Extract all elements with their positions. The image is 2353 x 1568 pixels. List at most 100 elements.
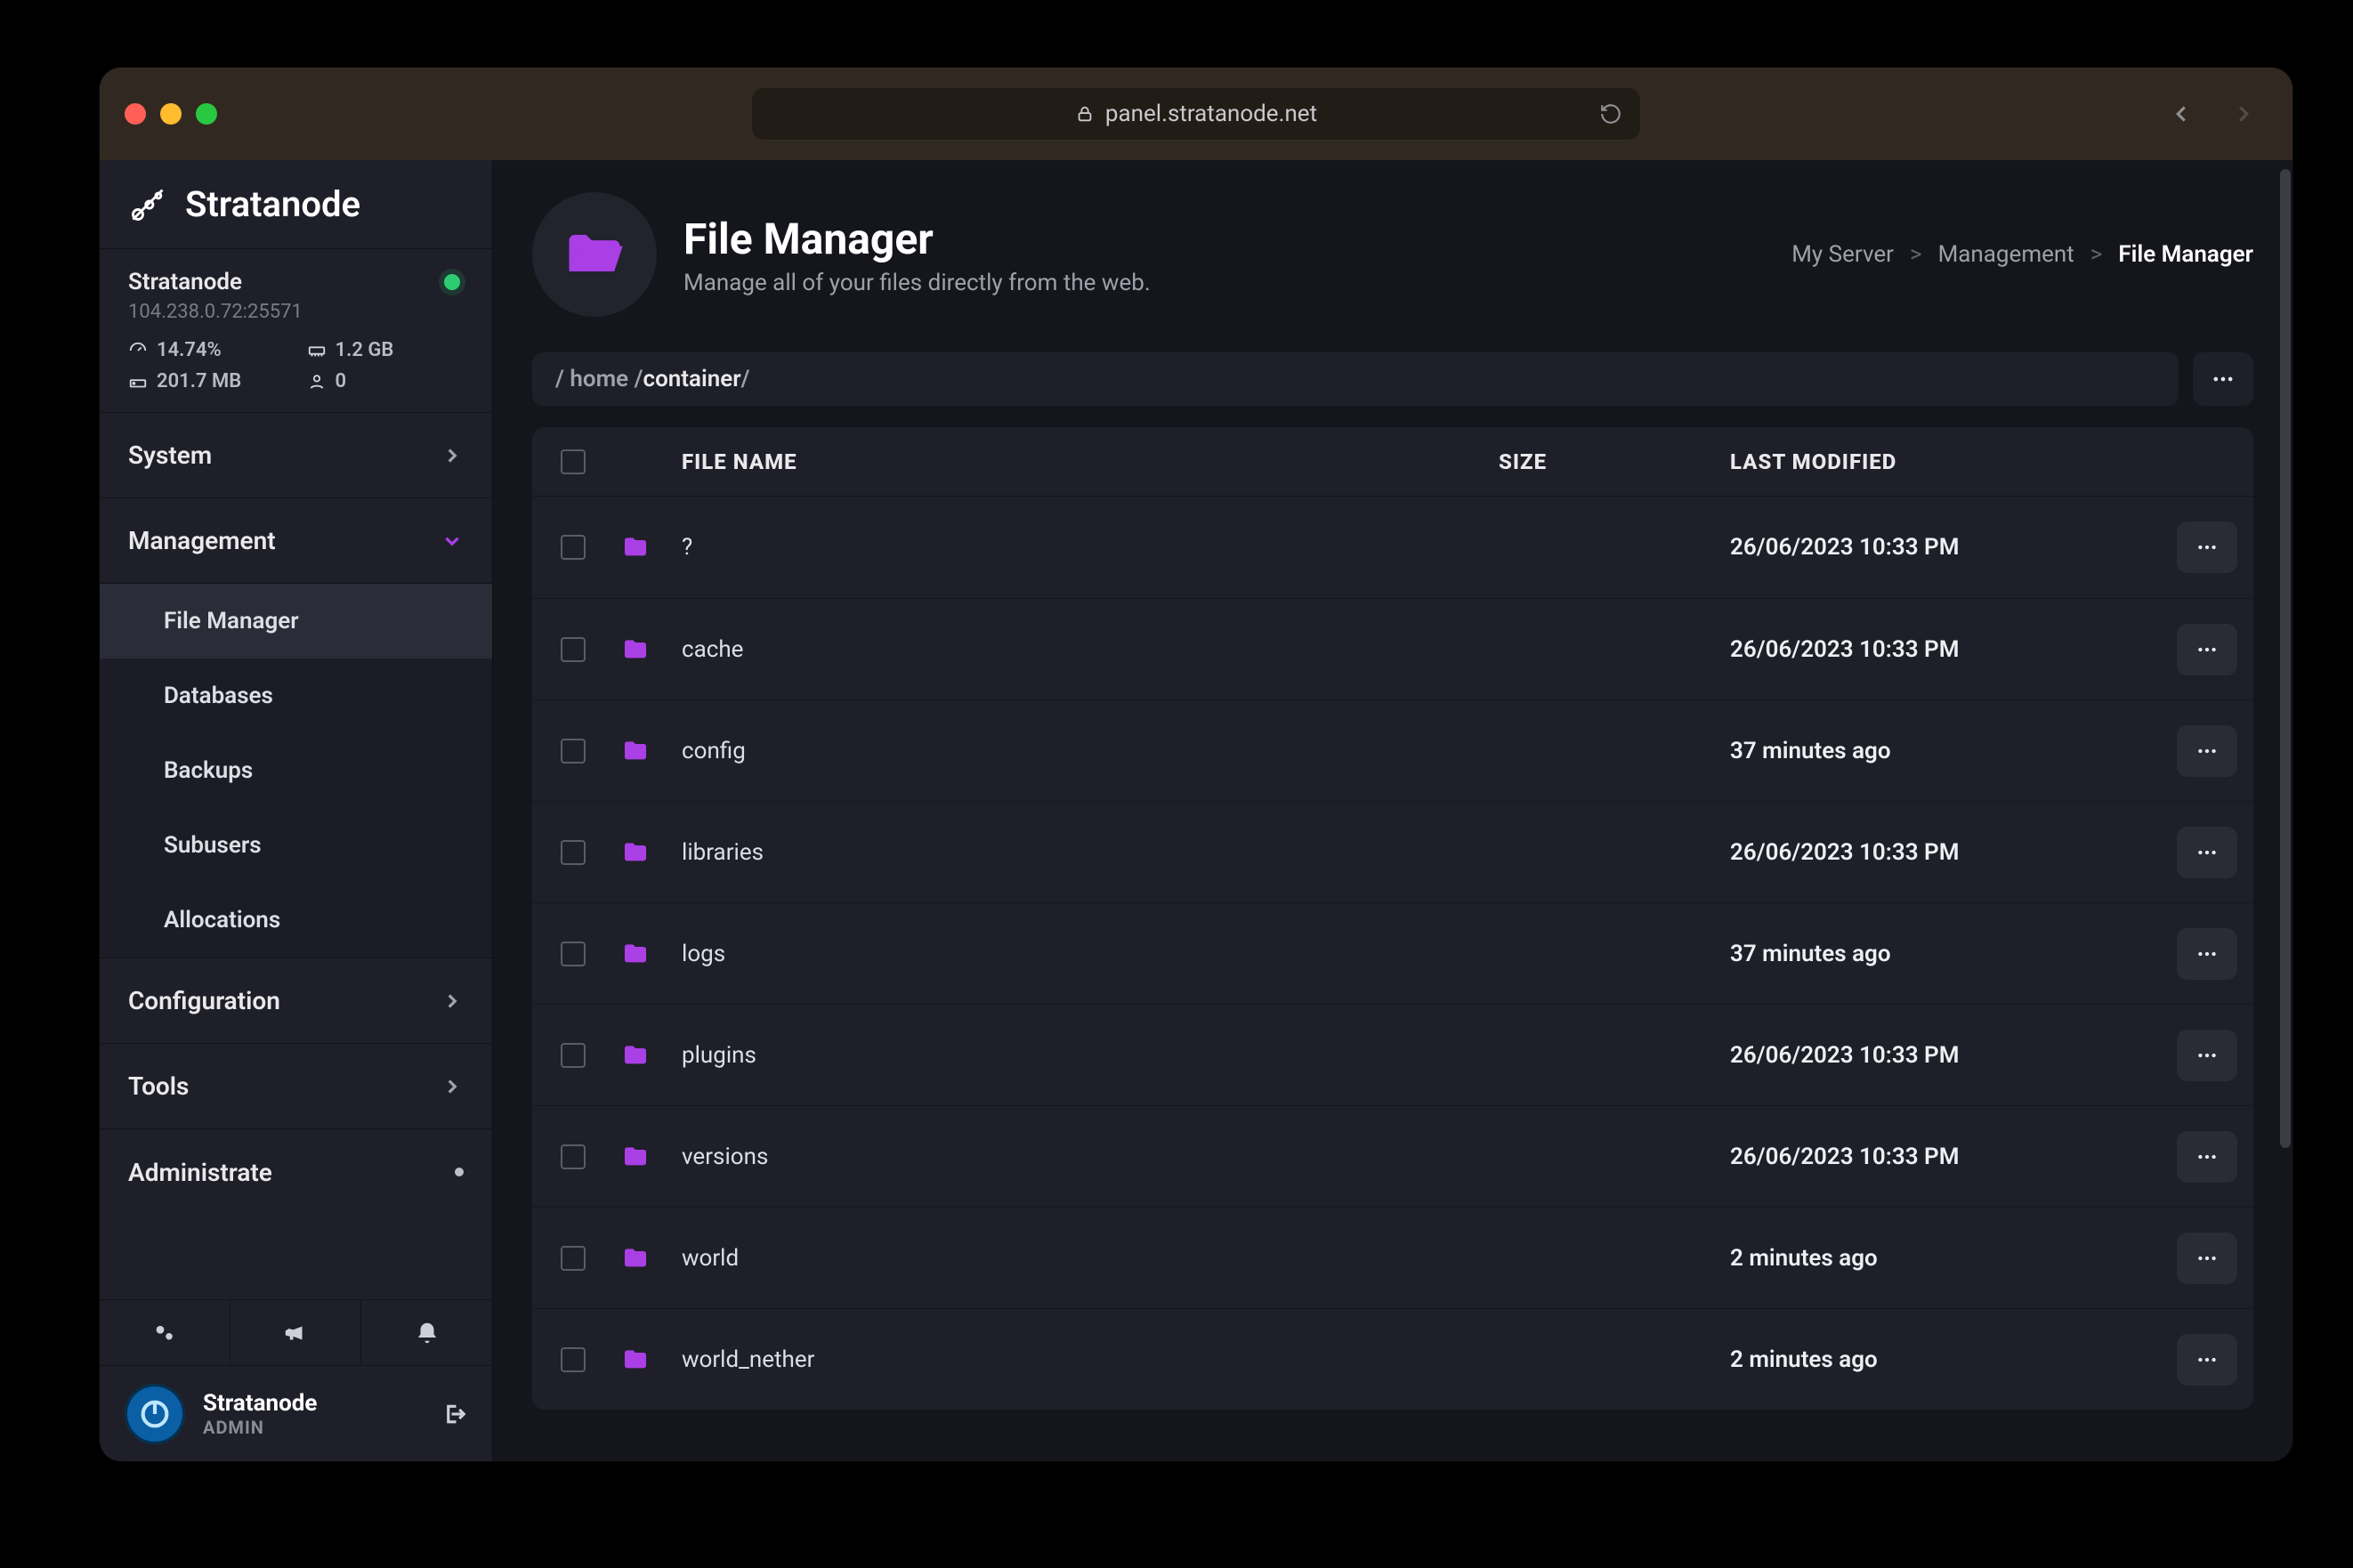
nav-arrows: [2168, 101, 2257, 127]
row-actions-button[interactable]: [2177, 1334, 2237, 1386]
stat-disk-value: 201.7 MB: [157, 370, 241, 392]
row-checkbox[interactable]: [561, 1144, 586, 1169]
page-title: File Manager: [683, 214, 1151, 264]
nav-item-configuration[interactable]: Configuration: [100, 958, 492, 1044]
row-actions-button[interactable]: [2177, 1131, 2237, 1183]
row-actions-button[interactable]: [2177, 827, 2237, 878]
nav-sub-allocations[interactable]: Allocations: [100, 883, 492, 958]
server-name: Stratanode: [128, 269, 464, 295]
sidebar-nav: System Management File Manager Databases…: [100, 413, 492, 1299]
scrollbar-thumb[interactable]: [2280, 169, 2291, 1148]
window-close-button[interactable]: [125, 103, 146, 125]
nav-item-label: Configuration: [128, 986, 280, 1015]
file-table: FILE NAME SIZE LAST MODIFIED ?26/06/2023…: [532, 427, 2253, 1410]
stat-disk: 201.7 MB: [128, 370, 286, 392]
file-name[interactable]: cache: [682, 636, 1499, 663]
user-name: Stratanode: [203, 1390, 317, 1417]
file-name[interactable]: versions: [682, 1144, 1499, 1170]
row-checkbox[interactable]: [561, 535, 586, 560]
nav-forward-icon[interactable]: [2230, 101, 2257, 127]
breadcrumb: My Server > Management > File Manager: [1791, 241, 2253, 268]
brand-name: Stratanode: [185, 183, 360, 225]
file-modified: 26/06/2023 10:33 PM: [1730, 1144, 2139, 1170]
file-name[interactable]: ?: [682, 534, 1499, 561]
row-actions-button[interactable]: [2177, 521, 2237, 573]
nav-sub-subusers[interactable]: Subusers: [100, 808, 492, 883]
file-modified: 26/06/2023 10:33 PM: [1730, 839, 2139, 866]
file-name[interactable]: world: [682, 1245, 1499, 1272]
file-row[interactable]: config37 minutes ago: [532, 699, 2253, 801]
brand[interactable]: Stratanode: [100, 160, 492, 249]
row-checkbox[interactable]: [561, 1043, 586, 1068]
reload-icon[interactable]: [1599, 102, 1622, 125]
window-controls: [125, 103, 217, 125]
gears-icon: [151, 1320, 178, 1346]
file-row[interactable]: versions 26/06/2023 10:33 PM: [532, 1105, 2253, 1207]
nav-item-label: System: [128, 440, 212, 470]
nav-item-system[interactable]: System: [100, 413, 492, 498]
file-row[interactable]: plugins26/06/2023 10:33 PM: [532, 1004, 2253, 1105]
row-checkbox[interactable]: [561, 1246, 586, 1271]
file-name[interactable]: world_nether: [682, 1346, 1499, 1373]
nav-sub-backups[interactable]: Backups: [100, 733, 492, 808]
row-actions-button[interactable]: [2177, 1030, 2237, 1081]
nav-item-label: Tools: [128, 1071, 189, 1101]
breadcrumb-my-server[interactable]: My Server: [1791, 241, 1894, 268]
row-checkbox[interactable]: [561, 1347, 586, 1372]
logout-button[interactable]: [441, 1401, 467, 1427]
file-name[interactable]: config: [682, 738, 1499, 764]
folder-icon: [619, 940, 682, 968]
row-checkbox[interactable]: [561, 942, 586, 966]
nav-item-administrate[interactable]: Administrate: [100, 1129, 492, 1215]
more-horizontal-icon: [2195, 740, 2219, 763]
file-name[interactable]: logs: [682, 941, 1499, 967]
more-horizontal-icon: [2195, 1044, 2219, 1067]
nav-sub-databases[interactable]: Databases: [100, 659, 492, 733]
file-row[interactable]: world_nether2 minutes ago: [532, 1308, 2253, 1410]
more-horizontal-icon: [2195, 1348, 2219, 1371]
file-actions-button[interactable]: [2193, 352, 2253, 406]
avatar[interactable]: [125, 1384, 185, 1444]
file-row[interactable]: logs37 minutes ago: [532, 902, 2253, 1004]
main-content: File Manager Manage all of your files di…: [493, 160, 2292, 1461]
row-checkbox[interactable]: [561, 840, 586, 865]
file-row[interactable]: libraries 26/06/2023 10:33 PM: [532, 801, 2253, 902]
announcements-button[interactable]: [230, 1300, 361, 1365]
dot-icon: [455, 1168, 464, 1176]
address-bar[interactable]: panel.stratanode.net: [751, 87, 1641, 141]
nav-item-management[interactable]: Management: [100, 498, 492, 584]
file-row[interactable]: cache26/06/2023 10:33 PM: [532, 598, 2253, 699]
breadcrumb-management[interactable]: Management: [1938, 241, 2074, 268]
window-zoom-button[interactable]: [196, 103, 217, 125]
settings-button[interactable]: [100, 1300, 230, 1365]
file-name[interactable]: libraries: [682, 839, 1499, 866]
notifications-button[interactable]: [361, 1300, 492, 1365]
nav-sub-file-manager[interactable]: File Manager: [100, 584, 492, 659]
server-address: 104.238.0.72:25571: [128, 301, 464, 323]
row-checkbox[interactable]: [561, 739, 586, 764]
file-row[interactable]: world2 minutes ago: [532, 1207, 2253, 1308]
url-host: panel.stratanode.net: [1105, 101, 1317, 127]
stat-players: 0: [307, 370, 465, 392]
row-actions-button[interactable]: [2177, 928, 2237, 980]
row-checkbox[interactable]: [561, 637, 586, 662]
window-minimize-button[interactable]: [160, 103, 182, 125]
nav-sub-label: Allocations: [164, 907, 280, 934]
nav-item-tools[interactable]: Tools: [100, 1044, 492, 1129]
stat-players-value: 0: [336, 370, 347, 392]
row-actions-button[interactable]: [2177, 1233, 2237, 1284]
nav-sub-management: File Manager Databases Backups Subusers …: [100, 584, 492, 958]
row-actions-button[interactable]: [2177, 725, 2237, 777]
file-table-header: FILE NAME SIZE LAST MODIFIED: [532, 427, 2253, 497]
nav-sub-label: File Manager: [164, 608, 299, 634]
folder-icon: [619, 737, 682, 765]
row-actions-button[interactable]: [2177, 624, 2237, 675]
path-bar[interactable]: / home / container /: [532, 352, 2179, 406]
file-name[interactable]: plugins: [682, 1042, 1499, 1069]
scrollbar-track[interactable]: [2278, 160, 2292, 1461]
chevron-right-icon: >: [1910, 241, 1922, 268]
select-all-checkbox[interactable]: [561, 449, 586, 474]
folder-icon: [619, 838, 682, 867]
nav-back-icon[interactable]: [2168, 101, 2195, 127]
file-row[interactable]: ?26/06/2023 10:33 PM: [532, 497, 2253, 598]
